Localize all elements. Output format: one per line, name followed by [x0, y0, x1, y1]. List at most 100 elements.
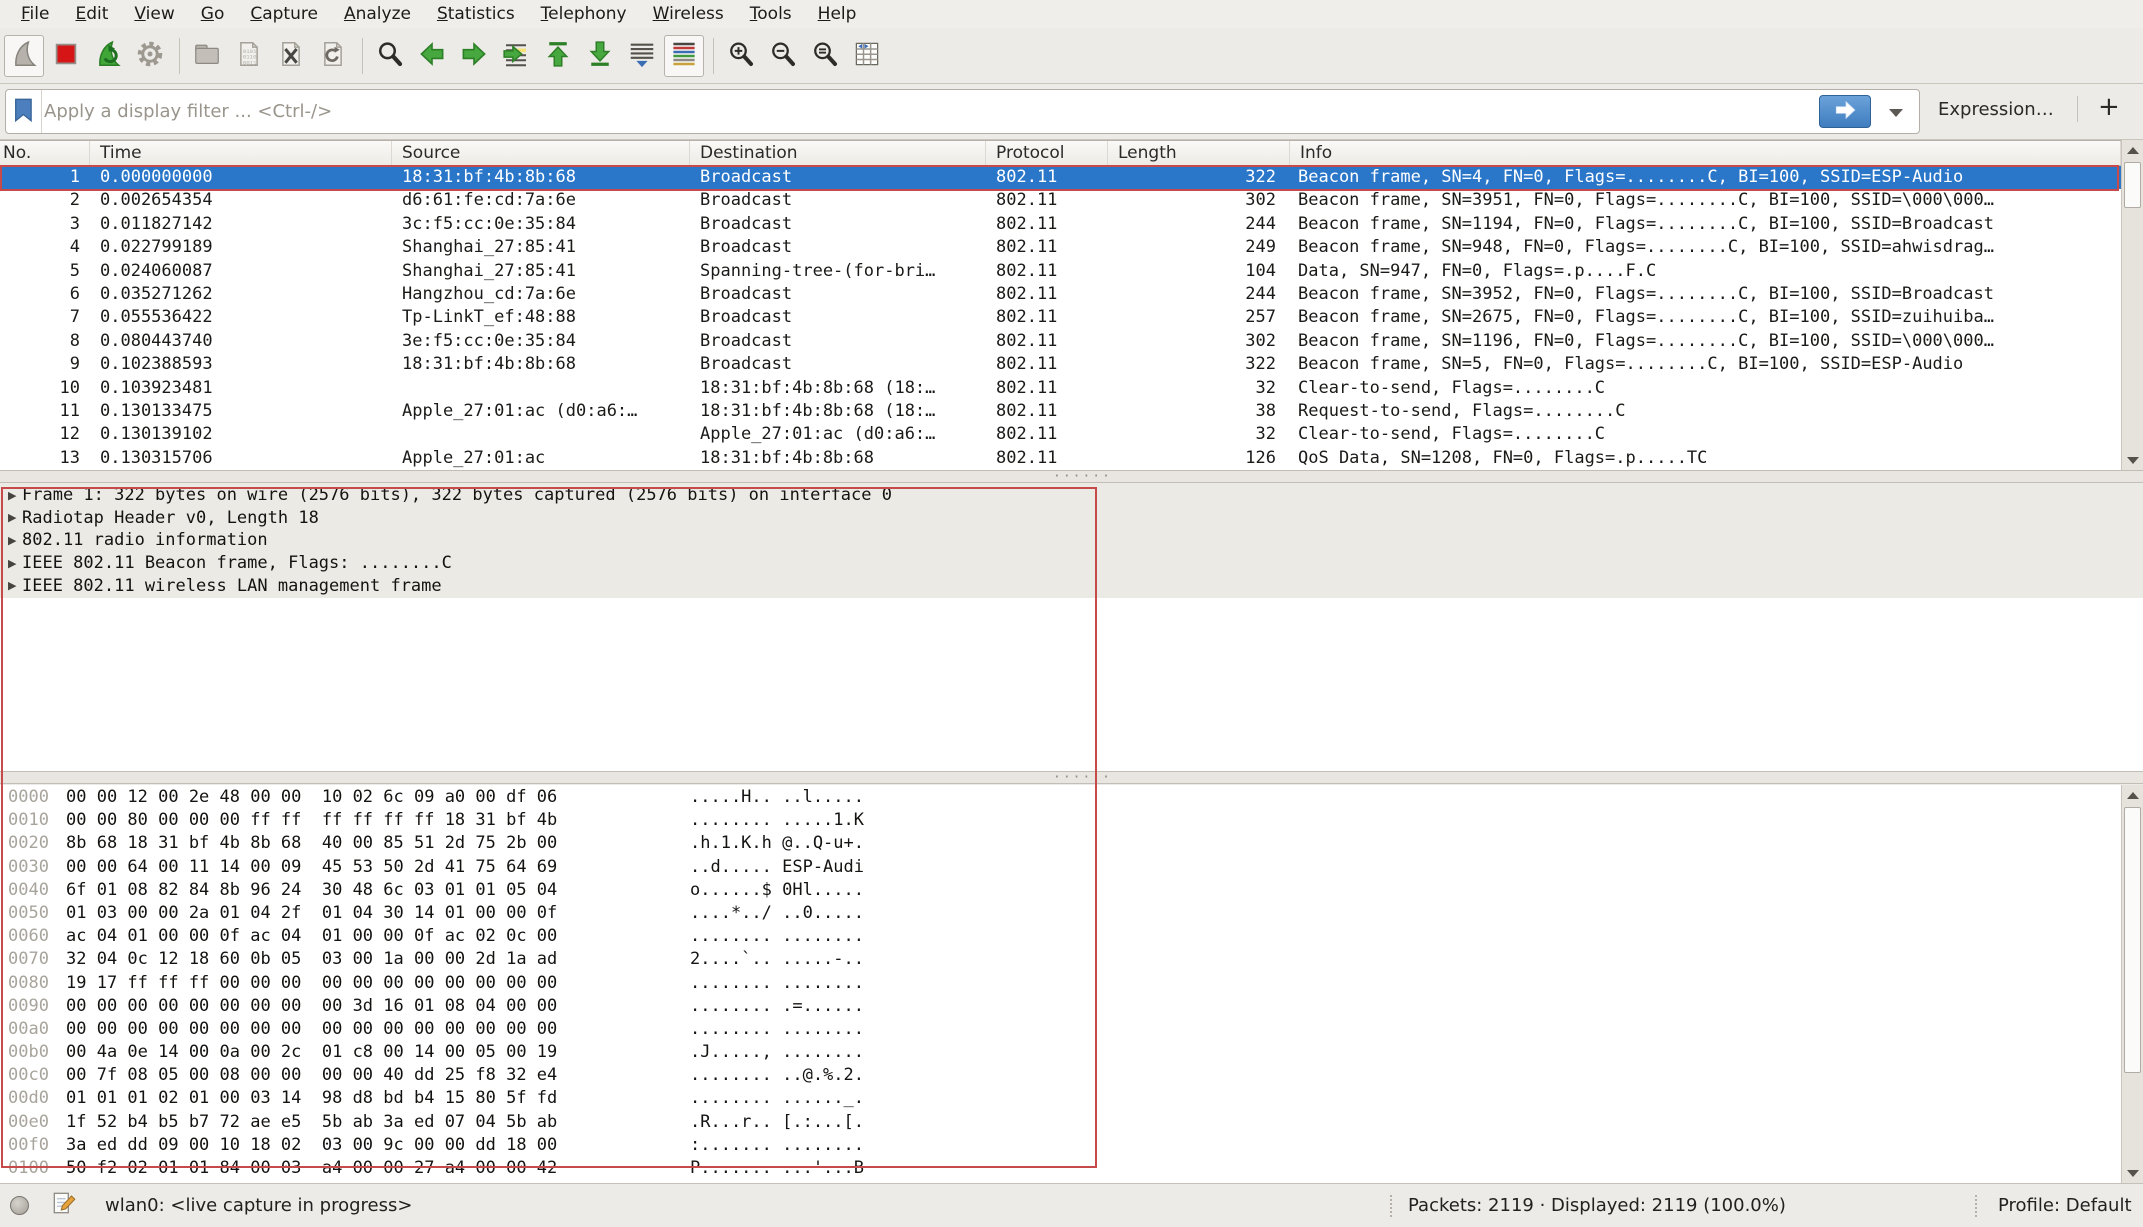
- zoom-in-button[interactable]: [721, 35, 761, 77]
- hex-row[interactable]: 00b000 4a 0e 14 00 0a 00 2c 01 c8 00 14 …: [0, 1041, 2121, 1064]
- column-header-length[interactable]: Length: [1108, 141, 1290, 165]
- packet-row[interactable]: 30.0118271423c:f5:cc:0e:35:84Broadcast80…: [0, 213, 2121, 236]
- hex-row[interactable]: 00a000 00 00 00 00 00 00 00 00 00 00 00 …: [0, 1018, 2121, 1041]
- menu-item-help[interactable]: Help: [805, 2, 870, 26]
- hex-row[interactable]: 00f03a ed dd 09 00 10 18 02 03 00 9c 00 …: [0, 1134, 2121, 1157]
- hex-row[interactable]: 001000 00 80 00 00 00 ff ff ff ff ff ff …: [0, 809, 2121, 832]
- expand-arrow-icon[interactable]: ▶: [0, 534, 22, 547]
- splitter-grip[interactable]: ······: [1053, 774, 1089, 782]
- capture-options-button[interactable]: [130, 35, 170, 77]
- capture-comment-button[interactable]: [51, 1189, 77, 1222]
- packet-row[interactable]: 90.10238859318:31:bf:4b:8b:68Broadcast80…: [0, 353, 2121, 376]
- packet-row[interactable]: 110.130133475Apple_27:01:ac (d0:a6:…18:3…: [0, 400, 2121, 423]
- column-header-source[interactable]: Source: [392, 141, 690, 165]
- expand-arrow-icon[interactable]: ▶: [0, 489, 22, 502]
- menu-item-wireless[interactable]: Wireless: [640, 2, 737, 26]
- hex-row[interactable]: 00208b 68 18 31 bf 4b 8b 68 40 00 85 51 …: [0, 832, 2121, 855]
- menu-item-file[interactable]: File: [8, 2, 62, 26]
- scroll-down-arrow-icon[interactable]: [2122, 450, 2143, 470]
- hex-row[interactable]: 0060ac 04 01 00 00 0f ac 04 01 00 00 0f …: [0, 925, 2121, 948]
- menu-item-edit[interactable]: Edit: [62, 2, 121, 26]
- packet-row[interactable]: 70.055536422Tp-LinkT_ef:48:88Broadcast80…: [0, 306, 2121, 329]
- zoom-out-button[interactable]: [763, 35, 803, 77]
- detail-row[interactable]: ▶IEEE 802.11 Beacon frame, Flags: ......…: [0, 552, 2143, 575]
- detail-row[interactable]: ▶Frame 1: 322 bytes on wire (2576 bits),…: [0, 484, 2143, 507]
- scrollbar-thumb[interactable]: [2124, 162, 2141, 208]
- packet-row[interactable]: 10.00000000018:31:bf:4b:8b:68Broadcast80…: [0, 166, 2121, 189]
- detail-row[interactable]: ▶802.11 radio information: [0, 529, 2143, 552]
- hex-row[interactable]: 000000 00 12 00 2e 48 00 00 10 02 6c 09 …: [0, 786, 2121, 809]
- hex-row[interactable]: 007032 04 0c 12 18 60 0b 05 03 00 1a 00 …: [0, 948, 2121, 971]
- column-header-no[interactable]: No.: [0, 141, 90, 165]
- packet-row[interactable]: 130.130315706Apple_27:01:ac18:31:bf:4b:8…: [0, 447, 2121, 470]
- packet-cell-len: 322: [1108, 353, 1290, 376]
- column-header-protocol[interactable]: Protocol: [986, 141, 1108, 165]
- column-header-info[interactable]: Info: [1290, 141, 2121, 165]
- hex-row[interactable]: 00c000 7f 08 05 00 08 00 00 00 00 40 dd …: [0, 1064, 2121, 1087]
- column-header-time[interactable]: Time: [90, 141, 392, 165]
- hex-row[interactable]: 00e01f 52 b4 b5 b7 72 ae e5 5b ab 3a ed …: [0, 1111, 2121, 1134]
- expert-info-button[interactable]: [10, 1196, 29, 1215]
- filter-bookmark-button[interactable]: [6, 90, 42, 133]
- menu-item-go[interactable]: Go: [188, 2, 238, 26]
- save-file-button[interactable]: 010101100011: [229, 35, 269, 77]
- expand-arrow-icon[interactable]: ▶: [0, 511, 22, 524]
- menu-item-telephony[interactable]: Telephony: [528, 2, 640, 26]
- packet-row[interactable]: 50.024060087Shanghai_27:85:41Spanning-tr…: [0, 260, 2121, 283]
- scroll-up-arrow-icon[interactable]: [2122, 140, 2143, 160]
- go-back-button[interactable]: [412, 35, 452, 77]
- packet-row[interactable]: 20.002654354d6:61:fe:cd:7a:6eBroadcast80…: [0, 189, 2121, 212]
- hex-row[interactable]: 010050 f2 02 01 01 84 00 03 a4 00 00 27 …: [0, 1157, 2121, 1180]
- packet-row[interactable]: 100.10392348118:31:bf:4b:8b:68 (18:…802.…: [0, 377, 2121, 400]
- add-filter-button[interactable]: +: [2098, 92, 2120, 122]
- close-file-button[interactable]: [271, 35, 311, 77]
- hex-row[interactable]: 003000 00 64 00 11 14 00 09 45 53 50 2d …: [0, 856, 2121, 879]
- hex-row[interactable]: 00d001 01 01 02 01 00 03 14 98 d8 bd b4 …: [0, 1087, 2121, 1110]
- expression-button[interactable]: Expression…: [1938, 99, 2054, 120]
- start-capture-button[interactable]: [4, 35, 44, 77]
- restart-capture-button[interactable]: [88, 35, 128, 77]
- filter-dropdown-caret[interactable]: [1889, 109, 1903, 117]
- apply-filter-button[interactable]: [1819, 95, 1871, 128]
- go-to-packet-button[interactable]: [496, 35, 536, 77]
- detail-row[interactable]: ▶Radiotap Header v0, Length 18: [0, 507, 2143, 530]
- pane-splitter-top[interactable]: ······: [0, 470, 2143, 483]
- go-last-packet-button[interactable]: [580, 35, 620, 77]
- packet-list-scrollbar[interactable]: [2121, 140, 2143, 470]
- scroll-up-arrow-icon[interactable]: [2122, 785, 2143, 805]
- display-filter-input[interactable]: [44, 91, 1814, 132]
- splitter-grip[interactable]: ······: [1053, 473, 1089, 481]
- detail-row[interactable]: ▶IEEE 802.11 wireless LAN management fra…: [0, 574, 2143, 597]
- packet-row[interactable]: 60.035271262Hangzhou_cd:7a:6eBroadcast80…: [0, 283, 2121, 306]
- open-file-button[interactable]: [187, 35, 227, 77]
- menu-item-analyze[interactable]: Analyze: [331, 2, 424, 26]
- hex-row[interactable]: 008019 17 ff ff ff 00 00 00 00 00 00 00 …: [0, 972, 2121, 995]
- scroll-down-arrow-icon[interactable]: [2122, 1163, 2143, 1183]
- find-packet-button[interactable]: [370, 35, 410, 77]
- resize-columns-button[interactable]: [847, 35, 887, 77]
- colorize-button[interactable]: [664, 35, 704, 77]
- go-forward-button[interactable]: [454, 35, 494, 77]
- packet-row[interactable]: 40.022799189Shanghai_27:85:41Broadcast80…: [0, 236, 2121, 259]
- expand-arrow-icon[interactable]: ▶: [0, 579, 22, 592]
- expand-arrow-icon[interactable]: ▶: [0, 557, 22, 570]
- menu-item-tools[interactable]: Tools: [737, 2, 805, 26]
- column-header-destination[interactable]: Destination: [690, 141, 986, 165]
- stop-capture-button[interactable]: [46, 35, 86, 77]
- auto-scroll-button[interactable]: [622, 35, 662, 77]
- pane-splitter-bottom[interactable]: ······: [0, 771, 2143, 784]
- profile-selector[interactable]: Profile: Default: [1998, 1195, 2132, 1216]
- scrollbar-thumb[interactable]: [2124, 807, 2141, 1073]
- menu-item-view[interactable]: View: [121, 2, 187, 26]
- hex-row[interactable]: 005001 03 00 00 2a 01 04 2f 01 04 30 14 …: [0, 902, 2121, 925]
- packet-row[interactable]: 80.0804437403e:f5:cc:0e:35:84Broadcast80…: [0, 330, 2121, 353]
- menu-item-capture[interactable]: Capture: [237, 2, 331, 26]
- hex-row[interactable]: 00406f 01 08 82 84 8b 96 24 30 48 6c 03 …: [0, 879, 2121, 902]
- go-first-packet-button[interactable]: [538, 35, 578, 77]
- zoom-reset-button[interactable]: [805, 35, 845, 77]
- hex-row[interactable]: 009000 00 00 00 00 00 00 00 00 3d 16 01 …: [0, 995, 2121, 1018]
- packet-bytes-scrollbar[interactable]: [2121, 785, 2143, 1183]
- reload-file-button[interactable]: [313, 35, 353, 77]
- packet-row[interactable]: 120.130139102Apple_27:01:ac (d0:a6:…802.…: [0, 423, 2121, 446]
- menu-item-statistics[interactable]: Statistics: [424, 2, 528, 26]
